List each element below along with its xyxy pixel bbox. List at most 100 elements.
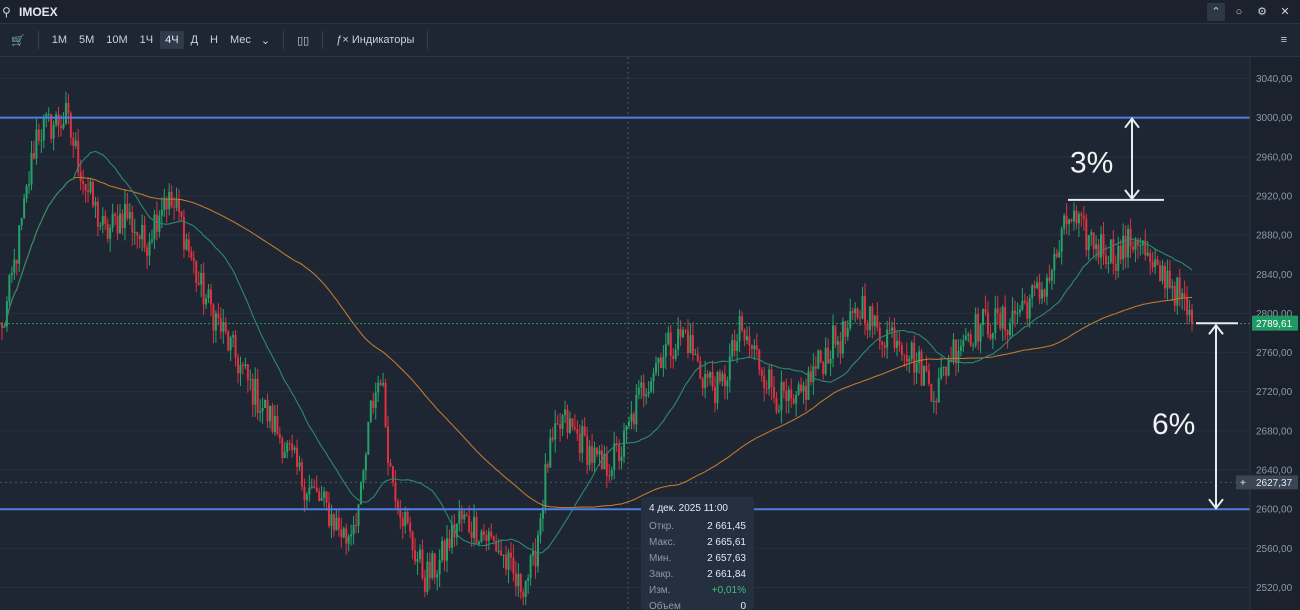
candle-body: [763, 375, 766, 389]
candle-body: [237, 357, 240, 374]
candle-body: [514, 573, 517, 587]
timeframe-3[interactable]: 1Ч: [135, 31, 158, 49]
candle-body: [146, 247, 149, 256]
cart-icon[interactable]: 🛒: [6, 31, 30, 50]
timeframe-2[interactable]: 10М: [101, 31, 132, 49]
candle-body: [546, 464, 549, 468]
candle-body: [276, 416, 279, 435]
candle-body: [401, 517, 404, 527]
candle-body: [330, 514, 333, 526]
candle-body: [1151, 261, 1154, 268]
candle-body: [502, 554, 505, 556]
ticker-title[interactable]: IMOEX: [19, 5, 58, 19]
timeframe-1[interactable]: 5М: [74, 31, 99, 49]
y-tick-label: 3000,00: [1256, 113, 1293, 124]
candle-body: [817, 350, 820, 369]
y-tick-label: 2520,00: [1256, 583, 1293, 594]
candle-body: [593, 447, 596, 463]
timeframe-6[interactable]: Н: [205, 31, 223, 49]
chevron-down-icon[interactable]: ⌄: [256, 31, 275, 50]
candle-body: [878, 327, 881, 342]
candle-body: [1068, 219, 1071, 225]
candle-body: [586, 435, 589, 465]
candle-body: [1124, 235, 1127, 258]
circle-icon[interactable]: ○: [1230, 3, 1248, 21]
indicators-button[interactable]: ƒ× Индикаторы: [331, 31, 419, 49]
candle-body: [923, 366, 926, 386]
candle-body: [318, 491, 321, 501]
candle-body: [900, 345, 903, 355]
candle-body: [618, 444, 621, 462]
search-icon[interactable]: ⚲: [2, 5, 18, 19]
candle-body: [37, 129, 40, 141]
gear-icon[interactable]: ⚙: [1253, 3, 1271, 21]
candle-body: [891, 327, 894, 331]
candle-body: [379, 382, 382, 385]
candlestick-icon[interactable]: ▯▯: [292, 31, 314, 50]
candle-body: [283, 451, 286, 458]
candle-body: [178, 200, 181, 212]
candle-body: [994, 308, 997, 333]
tooltip-value: 2 665,61: [707, 536, 746, 548]
candle-body: [868, 306, 871, 331]
candle-body: [895, 340, 898, 348]
candle-body: [477, 541, 480, 545]
candle-body: [25, 185, 28, 199]
candle-body: [662, 356, 665, 368]
candle-body: [249, 379, 252, 381]
candle-body: [128, 212, 131, 219]
y-tick-label: 2840,00: [1256, 270, 1293, 281]
timeframe-4[interactable]: 4Ч: [160, 31, 184, 49]
candle-body: [185, 239, 188, 250]
candle-body: [323, 491, 326, 498]
candle-body: [591, 446, 594, 463]
candle-body: [293, 447, 296, 450]
candle-body: [539, 518, 542, 536]
candle-body: [1107, 262, 1110, 264]
candle-body: [1163, 265, 1166, 289]
candle-body: [23, 198, 26, 219]
candle-body: [962, 340, 965, 347]
candle-body: [101, 215, 104, 226]
candle-body: [797, 384, 800, 395]
candle-body: [57, 114, 60, 127]
candle-body: [446, 538, 449, 561]
timeframe-7[interactable]: Мес: [225, 31, 256, 49]
candle-body: [286, 443, 289, 452]
list-menu-icon[interactable]: ≡: [1276, 31, 1292, 49]
candle-body: [99, 225, 102, 227]
tooltip-key: Закр.: [649, 568, 674, 580]
candle-body: [647, 391, 650, 395]
candle-body: [328, 502, 331, 526]
candle-body: [745, 336, 748, 341]
candle-body: [814, 366, 817, 369]
candle-body: [313, 486, 316, 488]
candle-body: [1114, 263, 1117, 271]
candle-body: [524, 581, 527, 598]
candle-body: [881, 341, 884, 346]
timeframe-0[interactable]: 1М: [47, 31, 72, 49]
close-icon[interactable]: ✕: [1276, 3, 1294, 21]
candle-body: [770, 369, 773, 388]
candle-body: [544, 464, 547, 508]
candle-body: [920, 351, 923, 386]
candle-body: [104, 215, 107, 224]
candle-body: [605, 453, 608, 476]
candle-body: [588, 446, 591, 465]
tooltip-row: Макс. 2 665,61: [649, 534, 746, 550]
candle-body: [1077, 213, 1080, 224]
chevron-up-icon[interactable]: ⌃: [1207, 2, 1225, 21]
candle-body: [74, 140, 77, 146]
candle-body: [996, 308, 999, 314]
candle-body: [773, 387, 776, 398]
tooltip-date: 4 дек. 2025 11:00: [649, 503, 728, 514]
candle-body: [165, 198, 168, 210]
candle-body: [861, 295, 864, 319]
candle-body: [209, 289, 212, 305]
candle-body: [859, 317, 862, 319]
timeframe-5[interactable]: Д: [186, 31, 203, 49]
candle-body: [450, 524, 453, 548]
candle-body: [849, 311, 852, 329]
candle-body: [775, 397, 778, 412]
y-tick-label: 2760,00: [1256, 348, 1293, 359]
